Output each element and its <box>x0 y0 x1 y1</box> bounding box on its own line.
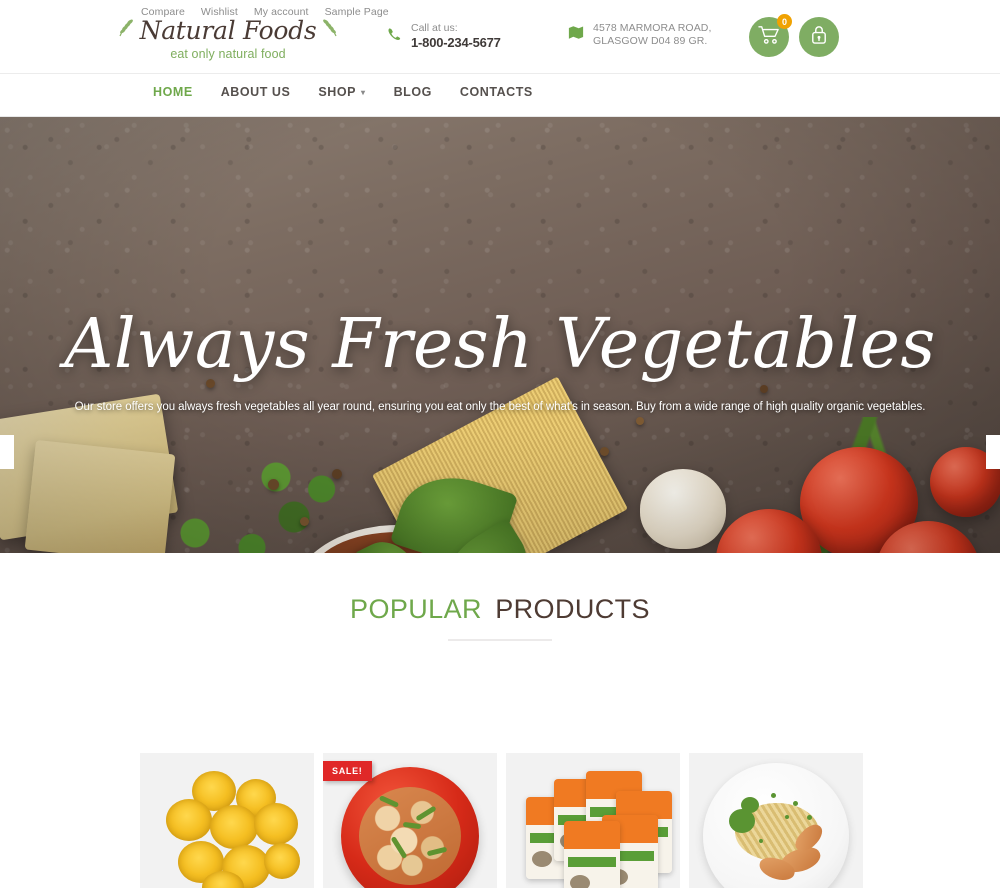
nav-item-blog[interactable]: BLOG <box>394 85 432 99</box>
product-image-dr-jays-ayurfoods[interactable] <box>506 753 680 888</box>
nav-label-shop: SHOP <box>318 85 357 99</box>
section-title-popular: POPULAR <box>350 594 482 624</box>
wheat-sprig-right-icon <box>320 17 340 44</box>
hero-title: Always Fresh Vegetables <box>64 305 936 384</box>
product-card[interactable]: De Cecco Angel... £95.00 <box>140 753 314 888</box>
nav-label-blog: BLOG <box>393 85 432 99</box>
nav-item-shop[interactable]: SHOP ▾ <box>318 85 365 99</box>
address-info: 4578 MARMORA ROAD, GLASGOW D04 89 GR. <box>568 22 712 48</box>
chevron-down-icon: ▾ <box>361 87 366 97</box>
slider-prev-arrow[interactable] <box>0 435 14 469</box>
nav-item-about-us[interactable]: ABOUT US <box>221 85 291 99</box>
address-line-2: GLASGOW D04 89 GR. <box>593 35 708 48</box>
nav-label-about-us: ABOUT US <box>220 85 291 99</box>
address-line-1: 4578 MARMORA ROAD, <box>593 22 712 34</box>
lock-icon <box>809 24 829 50</box>
popular-products-section: POPULAR PRODUCTS De Cecco Ange <box>0 553 1000 888</box>
product-image-collezione-pasta-orecchiette[interactable]: SALE! <box>323 753 497 888</box>
sale-badge: SALE! <box>323 761 372 781</box>
map-icon <box>568 25 584 45</box>
hero-subtitle: Our store offers you always fresh vegeta… <box>74 401 926 413</box>
cart-count-badge: 0 <box>777 14 792 29</box>
wheat-sprig-left-icon <box>116 17 136 44</box>
product-card[interactable]: SALE! Collezione Pasta Orecchiette £75.0… <box>323 753 497 888</box>
site-logo[interactable]: Natural Foods eat only natural food <box>119 16 337 61</box>
nav-item-home[interactable]: HOME <box>153 85 193 99</box>
nav-label-home: HOME <box>153 85 193 99</box>
main-menu: HOME ABOUT US SHOP ▾ BLOG CONTACTS <box>153 85 533 99</box>
nav-label-contacts: CONTACTS <box>459 85 533 99</box>
hero-slider: Always Fresh Vegetables Our store offers… <box>0 117 1000 553</box>
slider-next-arrow[interactable] <box>986 435 1000 469</box>
hero-content: Always Fresh Vegetables Our store offers… <box>0 305 1000 414</box>
phone-number[interactable]: 1-800-234-5677 <box>411 35 501 51</box>
logo-name: Natural Foods <box>139 16 317 45</box>
product-image-de-cecco-angel[interactable] <box>140 753 314 888</box>
phone-icon <box>387 27 402 47</box>
header-action-buttons: 0 <box>749 14 839 57</box>
shopping-cart-icon <box>758 25 780 50</box>
account-login-button[interactable] <box>799 17 839 57</box>
product-grid: De Cecco Angel... £95.00 SALE! Collezio <box>140 753 863 888</box>
nav-item-contacts[interactable]: CONTACTS <box>460 85 533 99</box>
product-image-ferara-pasta-long[interactable] <box>689 753 863 888</box>
section-divider <box>448 639 552 641</box>
phone-info: Call at us: 1-800-234-5677 <box>387 22 501 51</box>
cart-button[interactable]: 0 <box>749 14 792 57</box>
product-card[interactable]: Dr. Jay's Ayurfoods... £100.00 <box>506 753 680 888</box>
main-navigation-bar: HOME ABOUT US SHOP ▾ BLOG CONTACTS <box>0 74 1000 184</box>
top-header-bar: Compare Wishlist My account Sample Page … <box>0 0 1000 74</box>
logo-tagline: eat only natural food <box>170 47 286 61</box>
phone-label: Call at us: <box>411 22 458 34</box>
section-heading: POPULAR PRODUCTS <box>0 553 1000 641</box>
product-card[interactable]: Ferara Pasta Long... £120.00 <box>689 753 863 888</box>
section-title-products: PRODUCTS <box>495 594 650 624</box>
